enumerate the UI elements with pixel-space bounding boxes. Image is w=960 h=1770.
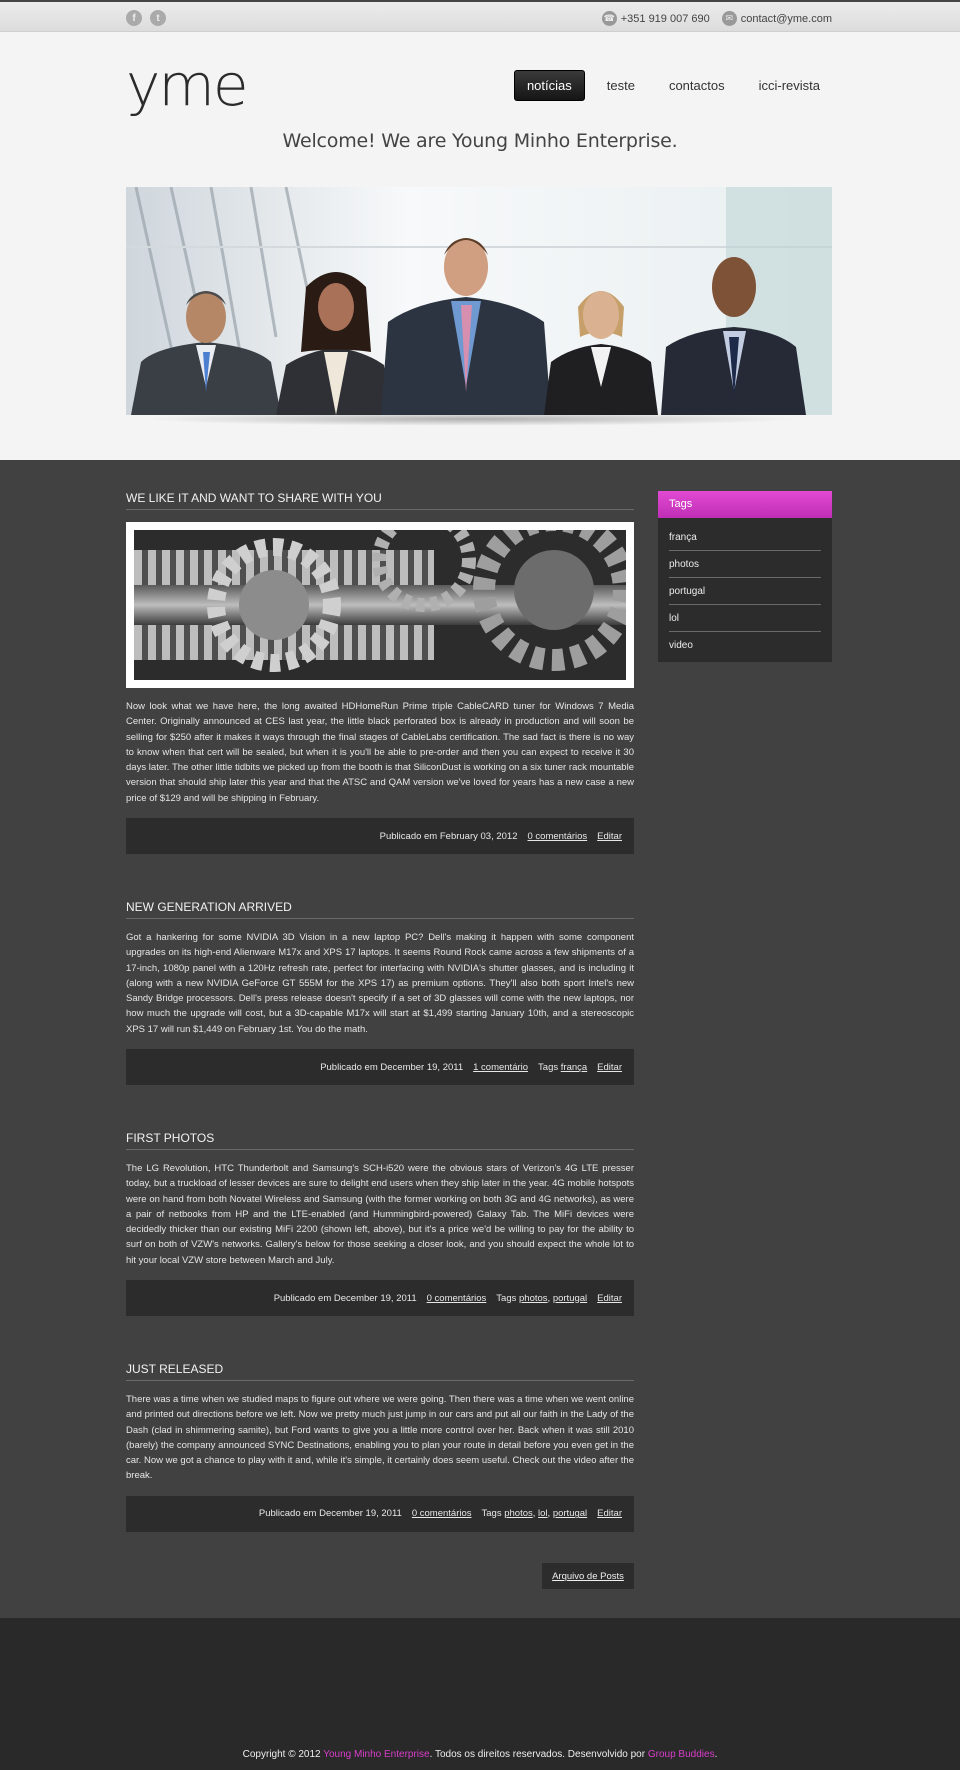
edit-link[interactable]: Editar bbox=[597, 1062, 622, 1073]
edit-link[interactable]: Editar bbox=[597, 831, 622, 842]
developer-link[interactable]: Group Buddies bbox=[648, 1749, 715, 1760]
post-date: Publicado em December 19, 2011 bbox=[320, 1061, 464, 1073]
sidebar-tag-photos[interactable]: photos bbox=[669, 551, 821, 578]
tags-label: Tags photos, lol, portugal bbox=[481, 1508, 588, 1520]
sidebar-tag-list: frança photos portugal lol video bbox=[658, 518, 832, 662]
post-meta-bar: Publicado em December 19, 2011 1 comentá… bbox=[126, 1049, 634, 1086]
post-title[interactable]: WE LIKE IT AND WANT TO SHARE WITH YOU bbox=[126, 491, 634, 510]
copyright-text: Copyright © 2012 Young Minho Enterprise.… bbox=[242, 1749, 718, 1760]
top-bar: f t ☎ +351 919 007 690 ✉ contact@yme.com bbox=[0, 0, 960, 32]
facebook-icon[interactable]: f bbox=[126, 10, 142, 26]
main-content: WE LIKE IT AND WANT TO SHARE WITH YOU No… bbox=[0, 460, 960, 1618]
post-body: There was a time when we studied maps to… bbox=[126, 1394, 634, 1482]
nav-item-teste[interactable]: teste bbox=[595, 71, 647, 100]
main-nav: notícias teste contactos icci-revista bbox=[513, 70, 832, 101]
comments-link[interactable]: 1 comentário bbox=[473, 1062, 528, 1073]
tags-label: Tags photos, portugal bbox=[496, 1292, 588, 1304]
sidebar-tag-lol[interactable]: lol bbox=[669, 605, 821, 632]
post-body: Now look what we have here, the long awa… bbox=[126, 701, 634, 804]
post-1: WE LIKE IT AND WANT TO SHARE WITH YOU No… bbox=[126, 491, 635, 855]
post-date: Publicado em February 03, 2012 bbox=[379, 830, 518, 842]
phone-icon: ☎ bbox=[601, 11, 617, 26]
sidebar-tag-portugal[interactable]: portugal bbox=[669, 578, 821, 605]
post-date: Publicado em December 19, 2011 bbox=[258, 1508, 402, 1520]
welcome-heading: Welcome! We are Young Minho Enterprise. bbox=[282, 130, 678, 152]
tag-link-portugal[interactable]: portugal bbox=[553, 1508, 587, 1519]
phone-number: +351 919 007 690 bbox=[620, 12, 710, 25]
site-logo[interactable]: yme bbox=[126, 56, 249, 114]
nav-item-noticias[interactable]: notícias bbox=[513, 70, 585, 101]
tag-link-portugal[interactable]: portugal bbox=[553, 1293, 587, 1304]
post-body: The LG Revolution, HTC Thunderbolt and S… bbox=[126, 1163, 634, 1266]
site-header: yme notícias teste contactos icci-revist… bbox=[0, 32, 960, 460]
team-banner-image bbox=[126, 187, 832, 415]
mail-icon: ✉ bbox=[721, 11, 737, 26]
nav-item-icci-revista[interactable]: icci-revista bbox=[747, 71, 832, 100]
social-links: f t bbox=[126, 10, 166, 26]
nav-item-contactos[interactable]: contactos bbox=[657, 71, 737, 100]
email-link[interactable]: contact@yme.com bbox=[741, 13, 832, 25]
post-meta-bar: Publicado em December 19, 2011 0 comentá… bbox=[126, 1280, 634, 1317]
comments-link[interactable]: 0 comentários bbox=[427, 1293, 487, 1304]
company-link[interactable]: Young Minho Enterprise bbox=[323, 1749, 429, 1760]
archive-posts-button[interactable]: Arquivo de Posts bbox=[542, 1563, 634, 1589]
sidebar-title: Tags bbox=[658, 491, 832, 518]
site-footer: Copyright © 2012 Young Minho Enterprise.… bbox=[0, 1618, 960, 1770]
post-title[interactable]: NEW GENERATION ARRIVED bbox=[126, 900, 634, 919]
edit-link[interactable]: Editar bbox=[597, 1293, 622, 1304]
post-image-gears bbox=[126, 508, 635, 688]
tag-link-lol[interactable]: lol bbox=[538, 1508, 548, 1519]
post-2: NEW GENERATION ARRIVED Got a hankering f… bbox=[126, 900, 634, 1086]
post-title[interactable]: JUST RELEASED bbox=[126, 1362, 634, 1381]
comments-link[interactable]: 0 comentários bbox=[412, 1508, 472, 1519]
twitter-icon[interactable]: t bbox=[150, 10, 166, 26]
post-4: JUST RELEASED There was a time when we s… bbox=[126, 1362, 634, 1532]
tag-link-photos[interactable]: photos bbox=[519, 1293, 548, 1304]
post-date: Publicado em December 19, 2011 bbox=[273, 1292, 417, 1304]
post-body: Got a hankering for some NVIDIA 3D Visio… bbox=[126, 932, 634, 1035]
tags-sidebar: Tags frança photos portugal lol video bbox=[658, 491, 832, 662]
edit-link[interactable]: Editar bbox=[597, 1508, 622, 1519]
contact-info: ☎ +351 919 007 690 ✉ contact@yme.com bbox=[601, 11, 832, 26]
post-meta-bar: Publicado em December 19, 2011 0 comentá… bbox=[126, 1495, 634, 1532]
tags-label: Tags frança bbox=[538, 1061, 588, 1073]
post-title[interactable]: FIRST PHOTOS bbox=[126, 1131, 634, 1150]
post-meta-bar: Publicado em February 03, 2012 0 comentá… bbox=[126, 818, 634, 855]
post-3: FIRST PHOTOS The LG Revolution, HTC Thun… bbox=[126, 1131, 634, 1317]
sidebar-tag-franca[interactable]: frança bbox=[669, 524, 821, 551]
sidebar-tag-video[interactable]: video bbox=[669, 632, 821, 658]
tag-link-franca[interactable]: frança bbox=[561, 1062, 587, 1073]
tag-link-photos[interactable]: photos bbox=[504, 1508, 533, 1519]
comments-link[interactable]: 0 comentários bbox=[528, 831, 588, 842]
